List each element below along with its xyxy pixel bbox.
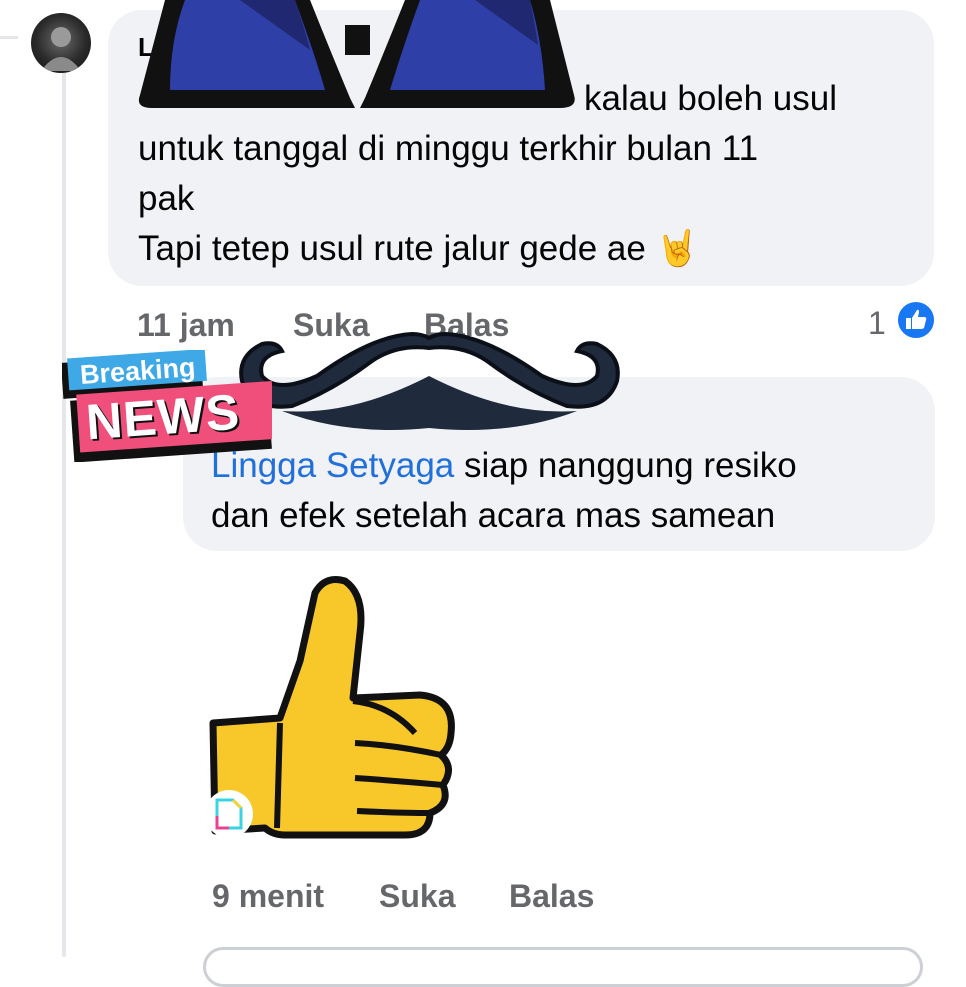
thread-connector — [0, 36, 18, 39]
document-icon — [205, 790, 253, 838]
comment-bubble: Li aga kalau boleh usul untuk tanggal di… — [108, 10, 934, 286]
avatar-silhouette-icon — [41, 27, 81, 71]
breaking-news-sticker: Breaking NEWS — [62, 350, 272, 462]
news-label: NEWS — [84, 383, 242, 451]
reply-text: siap nanggung resiko — [454, 446, 797, 485]
comment-author[interactable]: Li aga — [138, 32, 213, 63]
reply-text-line: Lingga Setyaga siap nanggung resiko — [211, 441, 797, 490]
comment-text-line: Tapi tetep usul rute jalur gede ae 🤘 — [138, 229, 700, 268]
reply-bubble: Lingga Setyaga siap nanggung resiko dan … — [183, 377, 935, 551]
avatar[interactable] — [31, 13, 91, 73]
comment-time[interactable]: 11 jam — [137, 307, 235, 344]
reply-button[interactable]: Balas — [509, 878, 594, 915]
reply-text-line: dan efek setelah acara mas samean — [211, 496, 776, 535]
like-reaction-icon[interactable] — [896, 300, 936, 340]
comment-text-line: pak — [138, 179, 195, 218]
comment-text-line: kalau boleh usul — [138, 74, 837, 123]
reaction-count[interactable]: 1 — [868, 305, 886, 342]
comment-text: kalau boleh usul — [584, 79, 837, 118]
next-comment-input[interactable] — [203, 947, 923, 987]
reply-button[interactable]: Balas — [424, 307, 509, 344]
reply-time[interactable]: 9 menit — [212, 878, 324, 915]
like-button[interactable]: Suka — [293, 307, 369, 344]
thread-line — [62, 70, 66, 957]
comment-text-line: untuk tanggal di minggu terkhir bulan 11 — [138, 129, 759, 168]
like-button[interactable]: Suka — [379, 878, 455, 915]
